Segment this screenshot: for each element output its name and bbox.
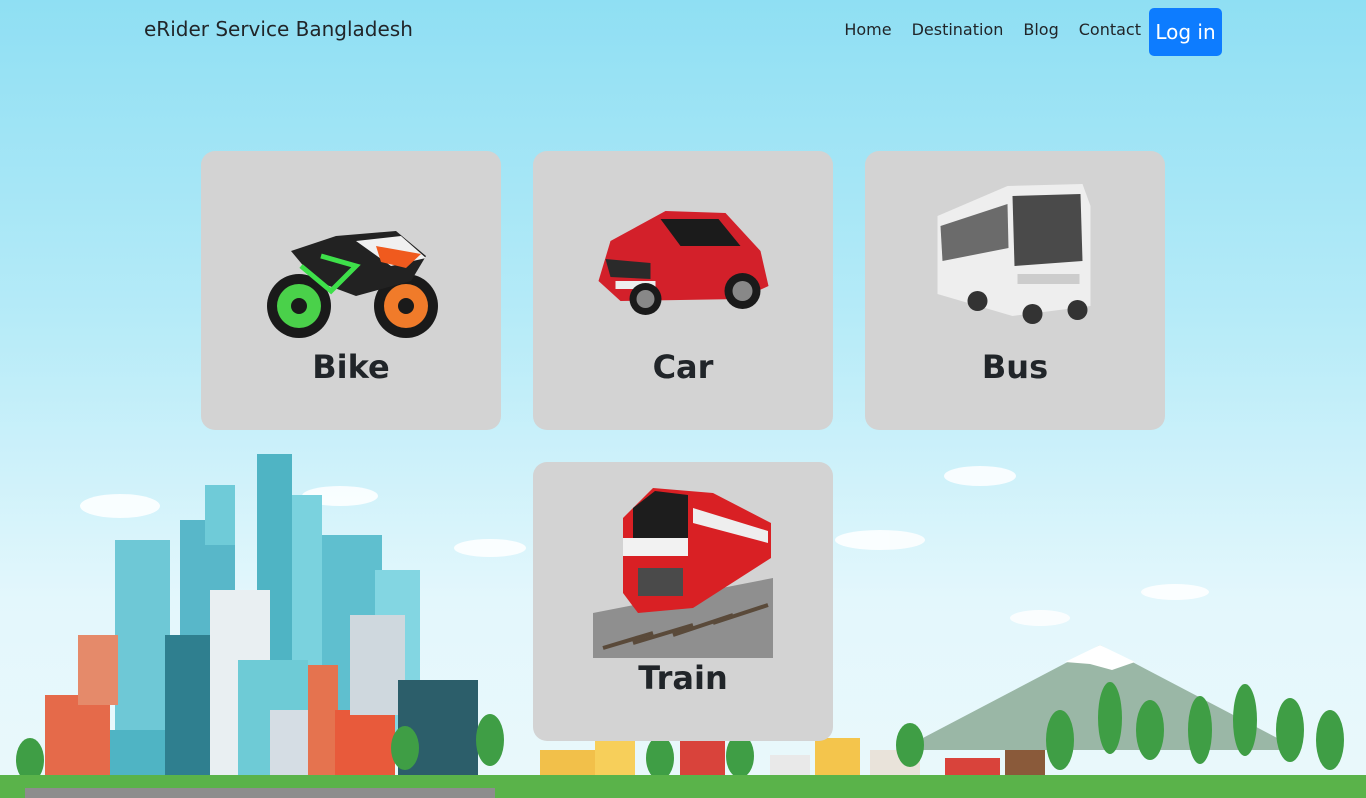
vehicle-card-train[interactable]: Train [533,462,833,741]
nav-links: Home Destination Blog Contact [824,20,1141,39]
brand-title[interactable]: eRider Service Bangladesh [144,17,413,41]
car-icon [598,211,769,315]
vehicle-card-bus[interactable]: Bus [865,151,1165,430]
login-button[interactable]: Log in [1149,8,1222,56]
nav-link-contact[interactable]: Contact [1079,20,1141,39]
nav-link-destination[interactable]: Destination [912,20,1004,39]
navbar: eRider Service Bangladesh Home Destinati… [0,0,1366,60]
vehicle-card-car[interactable]: Car [533,151,833,430]
vehicle-label-car: Car [652,348,714,386]
train-icon [593,488,773,658]
vehicle-label-train: Train [638,659,728,697]
vehicle-label-bus: Bus [981,348,1049,386]
vehicle-label-bike: Bike [312,348,390,386]
nav-link-blog[interactable]: Blog [1023,20,1058,39]
nav-link-home[interactable]: Home [844,20,891,39]
motorbike-icon [267,231,438,338]
bus-icon [937,184,1091,324]
vehicle-card-bike[interactable]: Bike [201,151,501,430]
